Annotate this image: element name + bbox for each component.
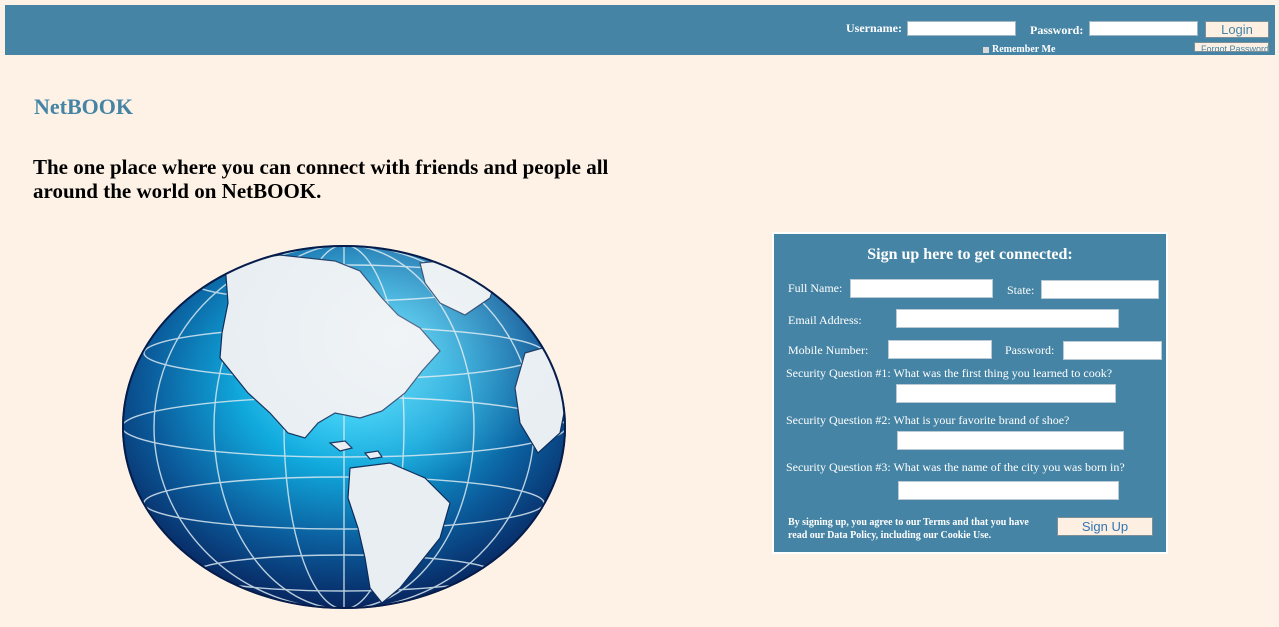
signup-panel: Sign up here to get connected: Full Name… xyxy=(772,232,1168,554)
signup-title: Sign up here to get connected: xyxy=(867,246,1073,263)
mobile-input[interactable] xyxy=(888,340,992,359)
security-answer-3-input[interactable] xyxy=(898,481,1119,500)
mobile-label: Mobile Number: xyxy=(788,343,869,357)
email-input[interactable] xyxy=(896,309,1119,328)
remember-me-label: Remember Me xyxy=(992,44,1056,55)
login-button[interactable]: Login xyxy=(1205,21,1269,38)
signup-password-label: Password: xyxy=(1005,343,1055,357)
top-bar xyxy=(5,5,1275,55)
state-label: State: xyxy=(1007,283,1035,297)
state-input[interactable] xyxy=(1041,280,1159,299)
username-label: Username: xyxy=(846,21,902,35)
password-label: Password: xyxy=(1030,23,1084,37)
brand-title: NetBOOK xyxy=(34,94,133,119)
security-answer-2-input[interactable] xyxy=(897,431,1124,450)
signup-password-input[interactable] xyxy=(1063,341,1162,360)
full-name-input[interactable] xyxy=(850,279,993,298)
globe-icon xyxy=(122,245,566,609)
security-question-3-label: Security Question #3: What was the name … xyxy=(786,460,1125,474)
security-question-1-label: Security Question #1: What was the first… xyxy=(786,366,1113,380)
security-answer-1-input[interactable] xyxy=(896,384,1116,403)
security-question-2-label: Security Question #2: What is your favor… xyxy=(786,413,1070,427)
tagline: The one place where you can connect with… xyxy=(33,155,609,203)
email-label: Email Address: xyxy=(788,313,862,327)
remember-me[interactable]: Remember Me xyxy=(983,44,1055,55)
sign-up-button[interactable]: Sign Up xyxy=(1057,517,1153,536)
remember-me-checkbox[interactable] xyxy=(983,46,989,53)
username-input[interactable] xyxy=(907,21,1016,36)
password-input[interactable] xyxy=(1089,21,1198,36)
forgot-password-button[interactable]: Forgot Password xyxy=(1194,42,1269,52)
terms-note: By signing up, you agree to our Terms an… xyxy=(788,517,1029,541)
full-name-label: Full Name: xyxy=(788,281,843,295)
